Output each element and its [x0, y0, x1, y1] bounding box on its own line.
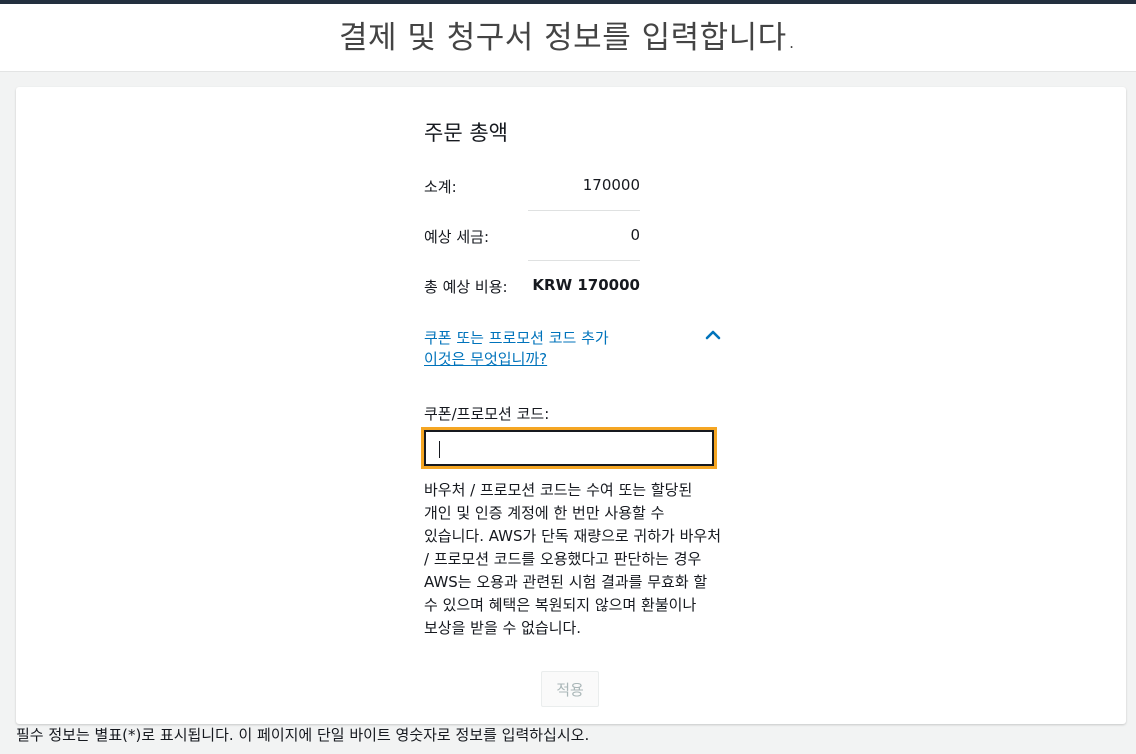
text-caret [439, 441, 440, 458]
promo-code-input[interactable] [421, 427, 717, 469]
subtotal-divider [528, 210, 640, 211]
tax-divider [528, 260, 640, 261]
subtotal-label: 소계: [424, 178, 457, 196]
what-is-this-link[interactable]: 이것은 무엇입니까? [424, 348, 547, 369]
required-fields-note: 필수 정보는 별표(*)로 표시됩니다. 이 페이지에 단일 바이트 영숫자로 … [16, 726, 590, 744]
subtotal-value: 170000 [582, 176, 640, 194]
order-summary-title: 주문 총액 [424, 121, 508, 145]
promo-code-note: 바우처 / 프로모션 코드는 수여 또는 할당된 개인 및 인증 계정에 한 번… [424, 481, 722, 637]
chevron-up-icon[interactable] [704, 328, 722, 342]
promo-code-toggle[interactable]: 쿠폰 또는 프로모션 코드 추가 [424, 327, 724, 348]
apply-button[interactable]: 적용 [541, 671, 599, 707]
payment-card: 주문 총액 소계: 170000 예상 세금: 0 총 예상 비용: KRW 1… [16, 87, 1126, 724]
tax-value: 0 [630, 226, 640, 244]
tax-label: 예상 세금: [424, 228, 490, 246]
total-value: KRW 170000 [532, 276, 640, 294]
page-header: 결제 및 청구서 정보를 입력합니다. [0, 4, 1136, 72]
page-title: 결제 및 청구서 정보를 입력합니다. [338, 20, 798, 56]
total-label: 총 예상 비용: [424, 278, 508, 296]
promo-code-label: 쿠폰/프로모션 코드: [424, 405, 550, 423]
